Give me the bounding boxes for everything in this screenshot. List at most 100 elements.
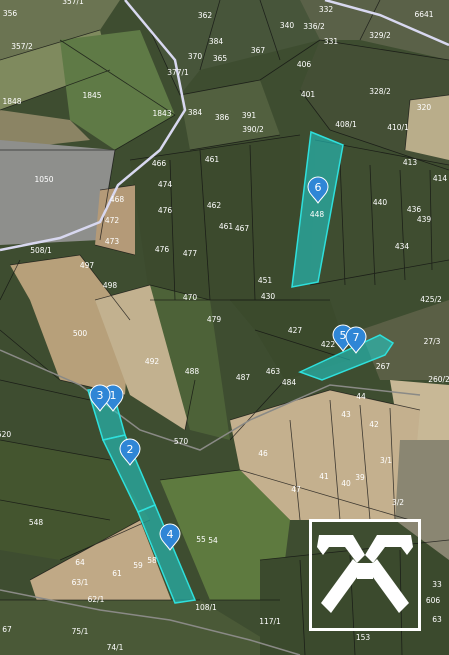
parcel-label: 462 [207, 201, 222, 210]
parcel-label: 43 [341, 410, 351, 419]
parcel-label: 3/2 [392, 498, 404, 507]
parcel-label: 440 [373, 198, 388, 207]
parcel-label: 336/2 [303, 22, 325, 31]
parcel-label: 384 [188, 108, 203, 117]
parcel-label: 55 [196, 535, 206, 544]
parcel-label: 448 [310, 210, 325, 219]
parcel-label: 67 [2, 625, 12, 634]
parcel-label: 260/2 [428, 375, 449, 384]
parcel-label: 570 [174, 437, 189, 446]
parcel-label: 108/1 [195, 603, 217, 612]
parcel-label: 401 [301, 90, 316, 99]
marker-number: 5 [340, 329, 347, 342]
parcel-label: 408/1 [335, 120, 357, 129]
parcel-label: 606 [426, 596, 441, 605]
marker-number: 3 [97, 389, 104, 402]
parcel-label: 33 [432, 580, 442, 589]
parcel-label: 497 [80, 261, 95, 270]
parcel-label: 377/1 [167, 68, 189, 77]
parcel-label: 427 [288, 326, 303, 335]
parcel-label: 41 [319, 472, 329, 481]
parcel-label: 422 [321, 340, 336, 349]
parcel-label: 466 [152, 159, 167, 168]
parcel-label: 362 [198, 11, 213, 20]
parcel-label: 436 [407, 205, 422, 214]
parcel-label: 74/1 [107, 643, 124, 652]
parcel-label: 370 [188, 52, 203, 61]
parcel-label: 63 [432, 615, 442, 624]
parcel-label: 1848 [2, 97, 21, 106]
parcel-label: 1845 [82, 91, 101, 100]
parcel-label: 40 [341, 479, 351, 488]
parcel-label: 1843 [152, 109, 171, 118]
parcel-label: 54 [208, 536, 218, 545]
parcel-label: 328/2 [369, 87, 391, 96]
marker-number: 7 [353, 331, 360, 344]
marker-number: 1 [110, 389, 117, 402]
parcel-label: 484 [282, 378, 297, 387]
parcel-label: 332 [319, 5, 334, 14]
parcel-label: 340 [280, 21, 295, 30]
parcel-label: 356 [3, 9, 18, 18]
parcel-label: 3/1 [380, 456, 392, 465]
parcel-label: 548 [29, 518, 44, 527]
parcel-label: 414 [433, 174, 448, 183]
parcel-label: 476 [155, 245, 170, 254]
parcel-label: 492 [145, 357, 160, 366]
parcel-label: 365 [213, 54, 228, 63]
parcel-label: 367 [251, 46, 266, 55]
parcel-label: 42 [369, 420, 379, 429]
parcel-label: 498 [103, 281, 118, 290]
parcel-label: 430 [261, 292, 276, 301]
parcel-label: 47 [291, 485, 301, 494]
parcel-label: 473 [105, 237, 120, 246]
parcel-label: 413 [403, 158, 418, 167]
parcel-label: 461 [219, 222, 234, 231]
parcel-label: 508/1 [30, 246, 52, 255]
parcel-label: 6641 [414, 10, 433, 19]
marker-number: 6 [315, 181, 322, 194]
parcel-label: 63/1 [72, 578, 89, 587]
parcel-label: 44 [356, 392, 366, 401]
parcel-label: 329/2 [369, 31, 391, 40]
parcel-label: 27/3 [424, 337, 441, 346]
parcel-label: 477 [183, 249, 198, 258]
parcel-label: 488 [185, 367, 200, 376]
parcel-label: 1050 [34, 175, 53, 184]
parcel-map[interactable]: 356 357/1 362 357/2 332 340 336/2 331 329/2 384 36… [0, 0, 449, 655]
parcel-label: 391 [242, 111, 257, 120]
parcel-label: 39 [355, 473, 365, 482]
parcel-label: 472 [105, 216, 120, 225]
parcel-label: 467 [235, 224, 250, 233]
parcel-label: 59 [133, 561, 143, 570]
raiffeisen-logo [309, 519, 421, 631]
parcel-label: 357/2 [11, 42, 33, 51]
parcel-label: 463 [266, 367, 281, 376]
parcel-label: 64 [75, 558, 85, 567]
parcel-label: 384 [209, 37, 224, 46]
parcel-label: 331 [324, 37, 339, 46]
parcel-label: 410/1 [387, 123, 409, 132]
parcel-label: 58 [147, 556, 157, 565]
parcel-label: 434 [395, 242, 410, 251]
parcel-label: 476 [158, 206, 173, 215]
parcel-label: 117/1 [259, 617, 281, 626]
parcel-label: 479 [207, 315, 222, 324]
parcel-label: 520 [0, 430, 11, 439]
parcel-label: 461 [205, 155, 220, 164]
parcel-label: 390/2 [242, 125, 264, 134]
parcel-label: 425/2 [420, 295, 442, 304]
parcel-label: 357/1 [62, 0, 84, 6]
parcel-label: 320 [417, 103, 432, 112]
parcel-label: 75/1 [72, 627, 89, 636]
parcel-label: 46 [258, 449, 268, 458]
parcel-label: 451 [258, 276, 273, 285]
parcel-label: 406 [297, 60, 312, 69]
parcel-label: 500 [73, 329, 88, 338]
marker-number: 2 [127, 443, 134, 456]
parcel-label: 153 [356, 633, 371, 642]
parcel-label: 61 [112, 569, 122, 578]
parcel-label: 470 [183, 293, 198, 302]
parcel-label: 468 [110, 195, 125, 204]
parcel-label: 267 [376, 362, 391, 371]
